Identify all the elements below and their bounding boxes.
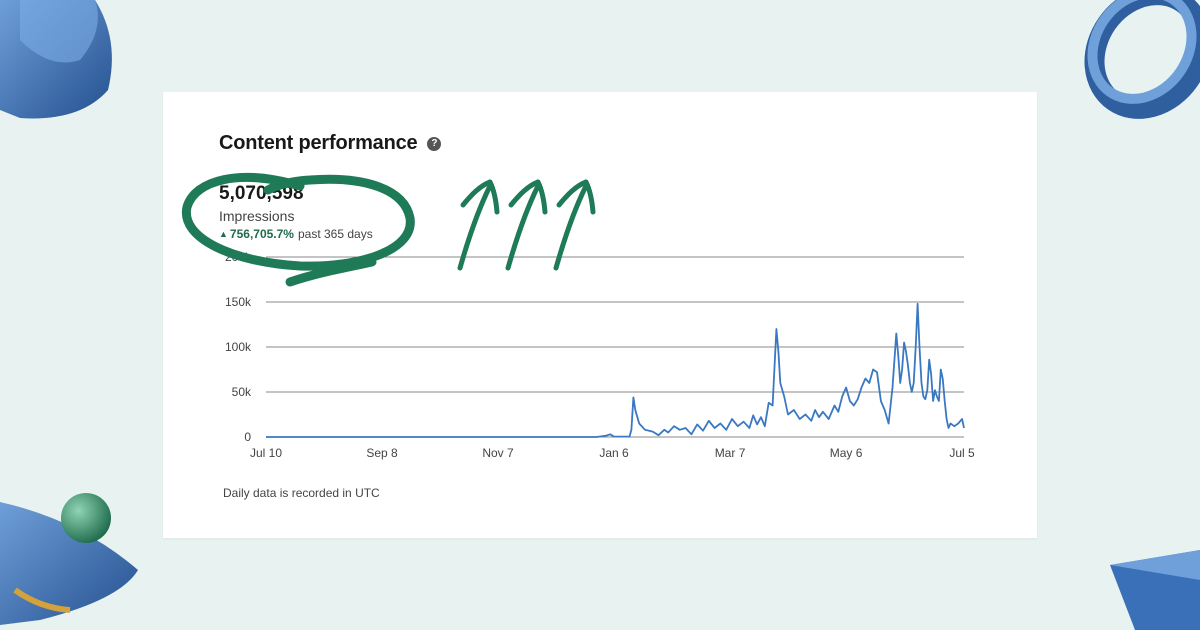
impressions-series-line	[266, 302, 965, 438]
cone-decoration-bottom-left	[0, 493, 138, 625]
y-tick-label: 0	[244, 430, 251, 444]
x-tick-label: Jul 10	[250, 446, 282, 460]
content-performance-card: Content performance ? 5,070,598 Impressi…	[163, 92, 1037, 538]
x-tick-label: Jan 6	[599, 446, 629, 460]
ring-decoration-top-right	[1084, 0, 1200, 119]
x-tick-label: Sep 8	[366, 446, 398, 460]
y-tick-label: 50k	[232, 385, 252, 399]
x-tick-label: Mar 7	[715, 446, 746, 460]
x-tick-label: May 6	[830, 446, 863, 460]
y-tick-label: 100k	[225, 340, 252, 354]
x-tick-label: Nov 7	[482, 446, 514, 460]
cone-decoration-bottom-right	[1110, 550, 1200, 630]
y-tick-label: 150k	[225, 295, 252, 309]
y-tick-label: 200k	[225, 250, 252, 264]
utc-footnote: Daily data is recorded in UTC	[223, 486, 380, 500]
impressions-line-chart: 0 50k 100k 150k 200k Jul 10 Sep 8 Nov 7 Jan 6 Mar…	[225, 250, 975, 460]
cone-decoration-top-left	[0, 0, 112, 119]
x-tick-label: Jul 5	[949, 446, 975, 460]
